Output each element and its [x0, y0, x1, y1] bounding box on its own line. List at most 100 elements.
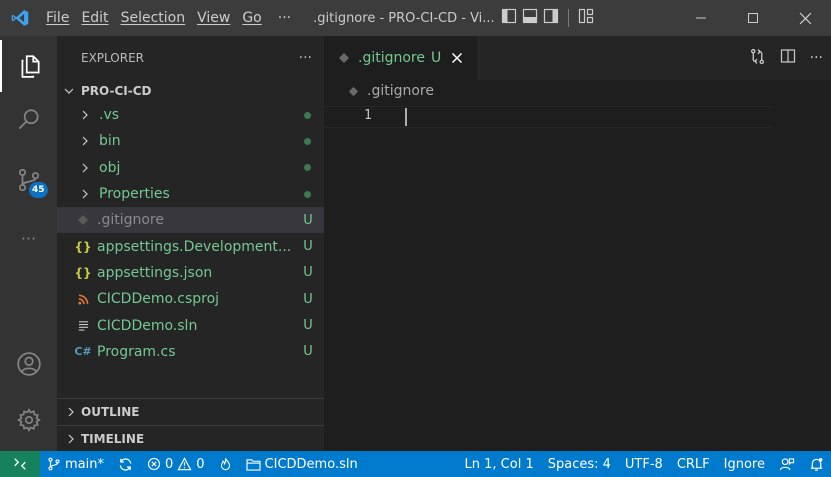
- menu-more-button[interactable]: ···: [268, 10, 301, 26]
- file-row-gitignore[interactable]: .gitignore U: [57, 207, 324, 234]
- json-file-icon: {}: [74, 265, 92, 280]
- cursor-position[interactable]: Ln 1, Col 1: [458, 451, 541, 477]
- problems-indicator[interactable]: 0 0: [140, 451, 212, 477]
- file-name: .gitignore: [97, 212, 164, 229]
- maximize-button[interactable]: [727, 0, 779, 36]
- untracked-dot: [304, 164, 311, 172]
- folder-row-properties[interactable]: Properties: [57, 181, 324, 207]
- current-line-highlight: [324, 106, 772, 128]
- indentation[interactable]: Spaces: 4: [541, 451, 618, 477]
- breadcrumb[interactable]: .gitignore: [324, 80, 831, 102]
- search-icon: [18, 109, 39, 130]
- menu-edit[interactable]: Edit: [75, 10, 114, 26]
- tab-gitignore[interactable]: .gitignore U: [324, 36, 477, 80]
- file-row-appsettings[interactable]: {} appsettings.json U: [57, 260, 324, 286]
- file-name: CICDDemo.sln: [97, 317, 198, 334]
- csharp-file-icon: C#: [74, 345, 92, 359]
- close-tab-icon[interactable]: [451, 52, 463, 64]
- outline-section[interactable]: OUTLINE: [57, 398, 324, 424]
- menu-go[interactable]: Go: [236, 10, 267, 26]
- folder-name: Properties: [99, 186, 170, 203]
- feedback-icon: [779, 457, 795, 470]
- workspace-root-label: PRO-CI-CD: [81, 84, 152, 98]
- branch-icon: [48, 457, 60, 471]
- lines-file-icon: [75, 320, 91, 331]
- explorer-activity-button[interactable]: [0, 40, 57, 92]
- toggle-secondary-sidebar-icon[interactable]: [543, 8, 559, 28]
- rss-file-icon: [75, 294, 91, 305]
- tab-label: .gitignore: [358, 50, 425, 66]
- solution-name: CICDDemo.sln: [264, 456, 358, 472]
- tab-git-status: U: [431, 50, 442, 66]
- chevron-right-icon: [65, 406, 81, 418]
- source-control-badge: 45: [29, 182, 48, 198]
- split-editor-icon[interactable]: [780, 48, 796, 68]
- git-file-icon: [338, 52, 350, 64]
- customize-layout-icon[interactable]: [578, 8, 594, 28]
- text-cursor: [405, 108, 407, 126]
- window-title: .gitignore - PRO-CI-CD - Vi...: [313, 10, 495, 26]
- warning-count: 0: [196, 456, 205, 472]
- git-status: U: [303, 344, 313, 360]
- remote-icon: [14, 458, 26, 470]
- file-row-sln[interactable]: CICDDemo.sln U: [57, 312, 324, 338]
- explorer-more-button[interactable]: ···: [299, 50, 312, 66]
- close-window-button[interactable]: [779, 0, 831, 36]
- minimize-button[interactable]: [675, 0, 727, 36]
- layout-separator: [568, 9, 570, 27]
- sync-button[interactable]: [111, 451, 140, 477]
- line-number: 1: [364, 108, 372, 123]
- editor-more-actions-button[interactable]: ···: [810, 50, 823, 66]
- more-activity-button[interactable]: ···: [0, 212, 57, 264]
- file-name: Program.cs: [97, 343, 176, 360]
- error-count: 0: [164, 456, 174, 472]
- encoding[interactable]: UTF-8: [618, 451, 670, 477]
- sync-icon: [119, 457, 132, 471]
- folder-row-obj[interactable]: obj: [57, 155, 324, 181]
- folder-row-vs[interactable]: .vs: [57, 102, 324, 128]
- git-status: U: [303, 239, 313, 255]
- chevron-right-icon: [65, 433, 81, 445]
- bell-icon: [810, 457, 823, 471]
- accounts-activity-button[interactable]: [0, 338, 57, 390]
- timeline-label: TIMELINE: [81, 431, 145, 446]
- timeline-section[interactable]: TIMELINE: [57, 425, 324, 451]
- menu-file[interactable]: File: [40, 10, 75, 26]
- branch-name: main*: [65, 456, 104, 472]
- workspace-root[interactable]: PRO-CI-CD: [57, 80, 324, 102]
- manage-activity-button[interactable]: [0, 394, 57, 446]
- toggle-panel-icon[interactable]: [522, 8, 538, 28]
- editor-tab-bar: .gitignore U ···: [324, 36, 831, 80]
- file-row-csproj[interactable]: CICDDemo.csproj U: [57, 286, 324, 312]
- git-status: U: [303, 265, 313, 281]
- notifications-button[interactable]: [802, 451, 831, 477]
- toggle-primary-sidebar-icon[interactable]: [501, 8, 517, 28]
- language-mode[interactable]: Ignore: [717, 451, 772, 477]
- folder-row-bin[interactable]: bin: [57, 128, 324, 154]
- status-bar: main* 0 0 CICDDemo.sln Ln 1, Col 1 Space…: [0, 451, 831, 477]
- gear-icon: [16, 408, 41, 432]
- menu-view[interactable]: View: [191, 10, 236, 26]
- git-file-icon: [348, 86, 359, 97]
- account-icon: [16, 352, 41, 376]
- chevron-right-icon: [79, 162, 95, 174]
- git-status: U: [303, 212, 313, 228]
- chevron-right-icon: [79, 188, 95, 200]
- git-status: U: [303, 318, 313, 334]
- git-branch[interactable]: main*: [40, 451, 111, 477]
- end-of-line[interactable]: CRLF: [670, 451, 717, 477]
- feedback-button[interactable]: [772, 451, 802, 477]
- menu-selection[interactable]: Selection: [115, 10, 192, 26]
- breadcrumb-file: .gitignore: [367, 83, 434, 99]
- search-activity-button[interactable]: [0, 94, 57, 146]
- open-changes-icon[interactable]: [749, 48, 766, 69]
- solution-indicator[interactable]: CICDDemo.sln: [239, 451, 365, 477]
- file-name: appsettings.Development...: [97, 238, 292, 255]
- editor-area: .gitignore U ··· .gitignore 1: [324, 36, 831, 451]
- remote-indicator[interactable]: [0, 451, 40, 477]
- file-row-appsettings-development[interactable]: {} appsettings.Development... U: [57, 233, 324, 259]
- flame-button[interactable]: [212, 451, 239, 477]
- file-name: appsettings.json: [97, 264, 213, 281]
- file-row-program[interactable]: C# Program.cs U: [57, 339, 324, 365]
- source-control-activity-button[interactable]: 45: [0, 154, 57, 206]
